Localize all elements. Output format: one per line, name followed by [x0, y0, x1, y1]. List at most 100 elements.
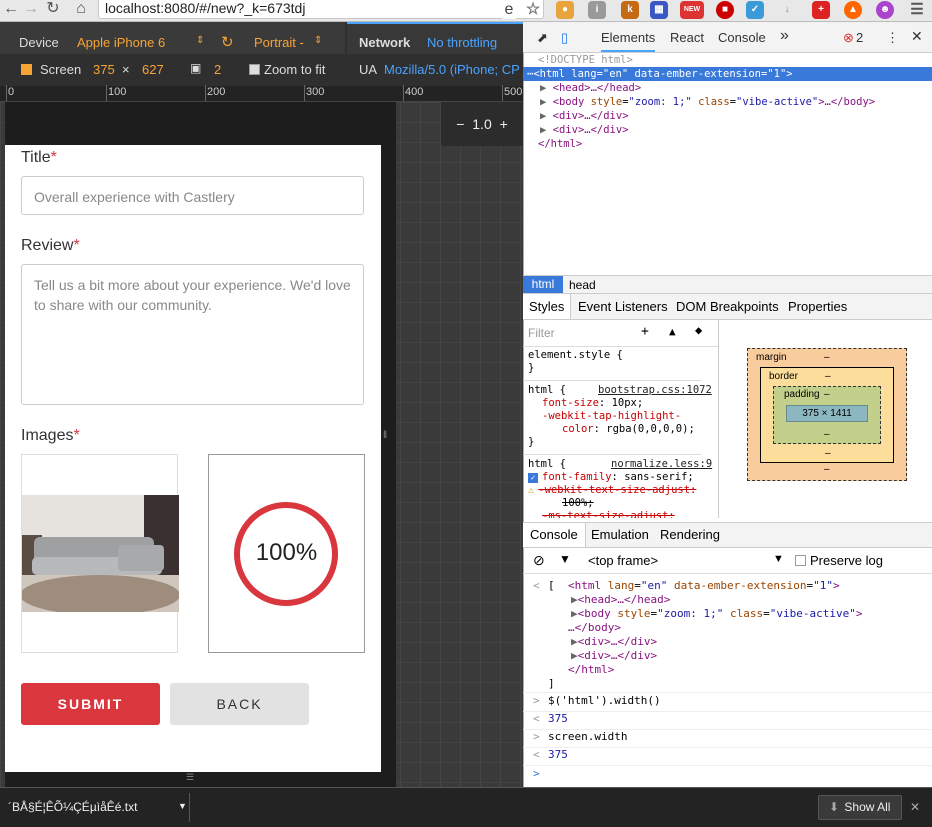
css-prop[interactable]: -ms-text-size-adjust:: [528, 510, 696, 518]
back-arrow-icon[interactable]: ←: [0, 0, 22, 20]
show-all-button[interactable]: ⬇ Show All: [818, 795, 902, 820]
styles-filter-input[interactable]: Filter: [528, 327, 628, 340]
inspect-element-icon[interactable]: ⬈: [537, 30, 548, 46]
frame-dropdown-icon[interactable]: ▼: [773, 553, 784, 565]
submit-button[interactable]: SUBMIT: [21, 683, 160, 725]
title-input[interactable]: Overall experience with Castlery: [21, 176, 364, 215]
zoom-out-button[interactable]: −: [456, 116, 464, 132]
profile-extension-icon[interactable]: ☻: [876, 1, 894, 19]
screen-height-input[interactable]: 627: [142, 62, 164, 77]
more-tabs-icon[interactable]: »: [780, 27, 789, 45]
element-style-rule[interactable]: element.style {: [528, 349, 696, 362]
clear-console-icon[interactable]: ⊘: [533, 552, 545, 569]
close-devtools-icon[interactable]: ✕: [911, 28, 923, 45]
screen-width-input[interactable]: 375: [93, 62, 115, 77]
ie-extension-icon[interactable]: e: [500, 1, 518, 19]
resize-handle-vertical-icon[interactable]: ‖: [383, 430, 393, 444]
plus-extension-icon[interactable]: +: [812, 1, 830, 19]
cookie-extension-icon[interactable]: ●: [556, 1, 574, 19]
review-textarea[interactable]: Tell us a bit more about your experience…: [21, 264, 364, 405]
tab-styles[interactable]: Styles: [523, 294, 572, 319]
toggle-element-state-icon[interactable]: ◆: [695, 324, 702, 337]
device-select[interactable]: Apple iPhone 6: [77, 35, 165, 50]
device-mode-icon[interactable]: ▯: [561, 30, 568, 46]
dom-node-html[interactable]: ⋯<html lang="en" data-ember-extension="1…: [523, 67, 932, 81]
property-checkbox[interactable]: ✓: [528, 473, 538, 483]
css-value[interactable]: sans-serif;: [624, 471, 694, 483]
dom-doctype[interactable]: <!DOCTYPE html>: [528, 53, 932, 67]
box-margin-value[interactable]: –: [824, 464, 830, 475]
stop-extension-icon[interactable]: ■: [716, 1, 734, 19]
forward-arrow-icon[interactable]: →: [20, 0, 42, 20]
css-prop[interactable]: font-size: [542, 397, 599, 409]
pattern-extension-icon[interactable]: ▦: [650, 1, 668, 19]
k-extension-icon[interactable]: k: [621, 1, 639, 19]
box-padding-value[interactable]: –: [824, 389, 830, 400]
reload-icon[interactable]: ↻: [42, 0, 64, 20]
close-download-bar-icon[interactable]: ✕: [910, 800, 920, 814]
breadcrumb-html[interactable]: html: [523, 276, 563, 293]
dpr-input[interactable]: 2: [214, 62, 221, 77]
tab-console[interactable]: Console: [718, 30, 766, 45]
tab-elements[interactable]: Elements: [601, 30, 656, 52]
filter-icon[interactable]: ▼: [559, 552, 571, 566]
css-value[interactable]: 10px;: [612, 397, 644, 409]
devtools-menu-icon[interactable]: ⋮: [886, 30, 899, 46]
css-prop[interactable]: color: [562, 423, 594, 435]
breadcrumb-head[interactable]: head: [569, 278, 596, 292]
dom-node-body[interactable]: ▶ <body style="zoom: 1;" class="vibe-act…: [528, 95, 932, 109]
box-content-size[interactable]: 375 × 1411: [786, 405, 868, 422]
user-agent-input[interactable]: Mozilla/5.0 (iPhone; CP: [384, 62, 523, 77]
css-prop[interactable]: -webkit-tap-highlight-: [528, 410, 696, 423]
error-icon[interactable]: ⊗: [843, 30, 854, 46]
box-border-value[interactable]: –: [825, 371, 831, 382]
rule-source-link[interactable]: normalize.less:9: [611, 458, 712, 471]
vibe-extension-icon[interactable]: ✓: [746, 1, 764, 19]
home-icon[interactable]: ⌂: [70, 0, 92, 20]
tab-emulation[interactable]: Emulation: [591, 527, 649, 542]
info-extension-icon[interactable]: i: [588, 1, 606, 19]
pin-icon[interactable]: ▲: [669, 325, 676, 338]
zoom-to-fit-checkbox[interactable]: Zoom to fit: [249, 62, 325, 77]
tab-dom-breakpoints[interactable]: DOM Breakpoints: [676, 299, 779, 314]
flame-extension-icon[interactable]: ▲: [844, 1, 862, 19]
address-bar[interactable]: localhost:8080/#/new?_k=673tdj: [98, 0, 544, 19]
dom-node-div[interactable]: ▶ <div>…</div>: [528, 123, 932, 137]
download-menu-icon[interactable]: ▼: [178, 801, 187, 811]
css-prop[interactable]: -webkit-text-size-adjust:: [538, 484, 696, 496]
css-value[interactable]: 100%;: [528, 497, 696, 510]
box-margin-value[interactable]: –: [824, 352, 830, 363]
frame-select[interactable]: <top frame>: [588, 553, 658, 568]
console-command[interactable]: > screen.width: [523, 730, 932, 748]
bookmark-star-icon[interactable]: ☆: [524, 1, 542, 19]
resize-handle-horizontal-icon[interactable]: ☰: [186, 773, 200, 783]
dom-node-head[interactable]: ▶ <head>…</head>: [528, 81, 932, 95]
screen-checkbox[interactable]: Screen: [21, 62, 81, 77]
download-item[interactable]: ´BÅ§É¦ÊÕ¼ÇÉµìåÊé.txt ▼: [0, 793, 190, 822]
orientation-select[interactable]: Portrait -: [254, 35, 304, 50]
preserve-log-checkbox[interactable]: Preserve log: [795, 553, 883, 568]
tab-rendering[interactable]: Rendering: [660, 527, 720, 542]
network-throttle-select[interactable]: No throttling: [427, 35, 497, 50]
new-extension-icon[interactable]: NEW: [680, 1, 704, 19]
console-result[interactable]: <375: [523, 712, 932, 730]
dom-node-div[interactable]: ▶ <div>…</div>: [528, 109, 932, 123]
back-button[interactable]: BACK: [170, 683, 309, 725]
tab-properties[interactable]: Properties: [788, 299, 847, 314]
css-value[interactable]: rgba(0,0,0,0);: [606, 423, 695, 435]
console-prompt[interactable]: >: [523, 767, 932, 785]
css-prop[interactable]: font-family: [542, 471, 612, 483]
new-rule-icon[interactable]: +: [641, 325, 649, 338]
console-entry[interactable]: < [ <html lang="en" data-ember-extension…: [523, 579, 932, 693]
rule-source-link[interactable]: bootstrap.css:1072: [598, 384, 712, 397]
console-command[interactable]: > $('html').width(): [523, 694, 932, 712]
zoom-in-button[interactable]: +: [500, 116, 508, 132]
download-extension-icon[interactable]: ↓: [778, 1, 796, 19]
dom-html-close[interactable]: </html>: [528, 137, 932, 151]
tab-console-drawer[interactable]: Console: [523, 523, 586, 547]
chrome-menu-icon[interactable]: ☰: [908, 1, 926, 19]
box-padding-value[interactable]: –: [824, 429, 830, 440]
tab-event-listeners[interactable]: Event Listeners: [578, 299, 668, 314]
console-result[interactable]: <375: [523, 748, 932, 766]
tab-react[interactable]: React: [670, 30, 704, 45]
